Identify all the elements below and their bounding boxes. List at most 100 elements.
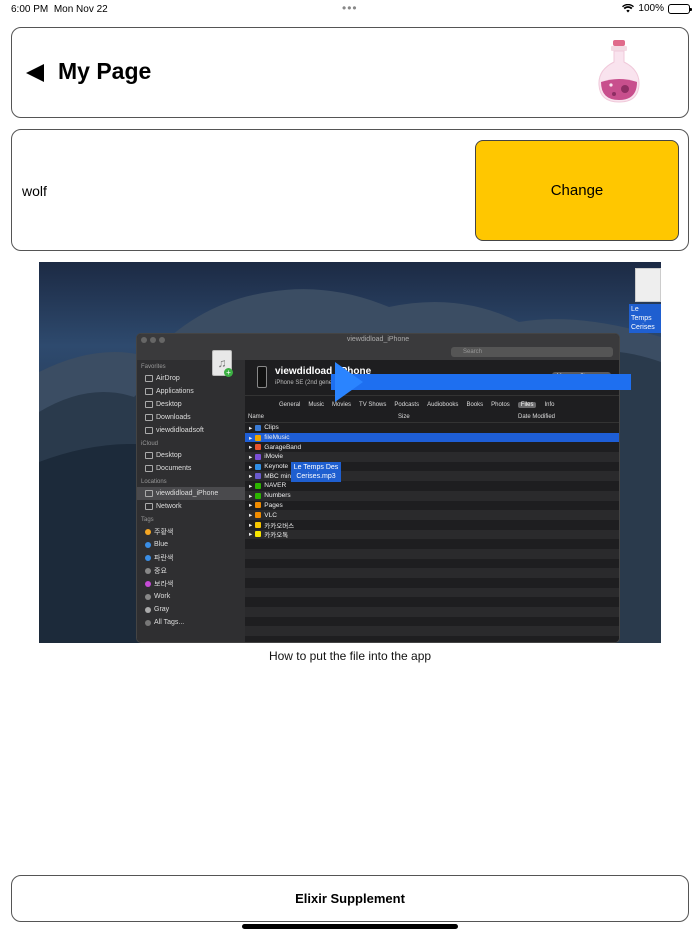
device-tab[interactable]: Audiobooks: [427, 402, 458, 408]
file-name: Clips: [264, 424, 279, 432]
tag-dot-icon: [145, 619, 151, 626]
column-date[interactable]: Date Modified: [518, 414, 555, 420]
disclosure-triangle-icon[interactable]: ▸: [249, 434, 252, 442]
username-label: wolf: [22, 183, 47, 199]
device-tab[interactable]: Files: [517, 402, 537, 408]
device-tab[interactable]: Movies: [332, 402, 351, 408]
file-row[interactable]: ▸ VLC: [245, 510, 619, 520]
empty-row: [245, 626, 619, 637]
sidebar-tag-item[interactable]: All Tags...: [137, 616, 245, 629]
file-column-header: Name Size Date Modified: [245, 412, 619, 423]
airdrop-icon: [145, 375, 153, 382]
empty-row: [245, 539, 619, 549]
sidebar-section-locations: Locations: [141, 479, 167, 485]
change-button[interactable]: Change: [475, 140, 679, 241]
applications-icon: [145, 388, 153, 395]
multitasking-dots[interactable]: •••: [342, 1, 358, 15]
elixir-supplement-button[interactable]: Elixir Supplement: [11, 875, 689, 922]
sidebar-tag-item[interactable]: 보라색: [137, 577, 245, 590]
desktop-file-icon[interactable]: [635, 268, 661, 302]
file-row[interactable]: ▸ 카카오버스: [245, 520, 619, 530]
file-name: NAVER: [264, 482, 287, 490]
empty-row: [245, 548, 619, 559]
finder-search-field[interactable]: Search: [451, 347, 613, 357]
app-icon: [255, 473, 262, 480]
column-size[interactable]: Size: [398, 414, 518, 420]
file-row[interactable]: ▸ fileMusic: [245, 432, 619, 443]
disclosure-triangle-icon[interactable]: ▸: [249, 530, 252, 538]
sidebar-item-iphone[interactable]: viewdidload_iPhone: [137, 487, 245, 500]
device-tab[interactable]: TV Shows: [359, 402, 386, 408]
sidebar-item-applications[interactable]: Applications: [137, 385, 245, 398]
empty-row: [245, 607, 619, 617]
device-tab[interactable]: Info: [544, 402, 554, 408]
file-row[interactable]: ▸ iMovie: [245, 452, 619, 462]
sidebar-item-home[interactable]: viewdidloadsoft: [137, 424, 245, 437]
empty-row: [245, 559, 619, 569]
disclosure-triangle-icon[interactable]: ▸: [249, 443, 252, 451]
tag-label: Blue: [154, 541, 169, 548]
tutorial-screenshot: Le Temps Cerises viewdidload_iPhone Sear…: [39, 262, 661, 643]
device-tab[interactable]: Books: [466, 402, 483, 408]
disclosure-triangle-icon[interactable]: ▸: [249, 463, 252, 471]
sidebar-tag-item[interactable]: Gray: [137, 603, 245, 616]
finder-titlebar: viewdidload_iPhone Search: [137, 334, 619, 360]
app-icon: [255, 502, 262, 509]
finder-sidebar: Favorites AirDrop Applications Desktop D…: [137, 360, 245, 642]
home-indicator[interactable]: [242, 924, 458, 929]
device-tab[interactable]: General: [279, 402, 300, 408]
tag-label: 중요: [154, 567, 167, 575]
disclosure-triangle-icon[interactable]: ▸: [249, 501, 252, 509]
finder-main: viewdidload_iPhone iPhone SE (2nd genera…: [245, 360, 619, 642]
file-row[interactable]: ▸ 카카오톡: [245, 529, 619, 539]
sidebar-tag-item[interactable]: Blue: [137, 538, 245, 551]
disclosure-triangle-icon[interactable]: ▸: [249, 472, 252, 480]
app-icon: [255, 492, 262, 499]
tag-dot-icon: [145, 567, 151, 574]
device-tab[interactable]: Photos: [491, 402, 510, 408]
potion-bottle-icon: [598, 40, 640, 103]
disclosure-triangle-icon[interactable]: ▸: [249, 453, 252, 461]
back-triangle-icon[interactable]: [24, 61, 46, 85]
sidebar-tag-item[interactable]: 파란색: [137, 551, 245, 564]
sidebar-tag-item[interactable]: Work: [137, 590, 245, 603]
sidebar-item-network[interactable]: Network: [137, 500, 245, 513]
file-name: GarageBand: [264, 443, 302, 451]
file-row[interactable]: ▸ NAVER: [245, 481, 619, 491]
file-row[interactable]: ▸ GarageBand: [245, 442, 619, 452]
tag-label: All Tags...: [154, 619, 185, 626]
home-icon: [145, 427, 153, 434]
iphone-icon: [145, 490, 153, 497]
disclosure-triangle-icon[interactable]: ▸: [249, 492, 252, 500]
app-icon: [255, 521, 262, 528]
sidebar-item-downloads[interactable]: Downloads: [137, 411, 245, 424]
sidebar-item-icloud-documents[interactable]: Documents: [137, 462, 245, 475]
desktop-file-label: Le Temps Cerises: [629, 304, 661, 333]
network-icon: [145, 503, 153, 510]
disclosure-triangle-icon[interactable]: ▸: [249, 511, 252, 519]
status-bar: 6:00 PM Mon Nov 22 ••• 100%: [0, 0, 700, 18]
status-time: 6:00 PM Mon Nov 22: [11, 4, 108, 15]
disclosure-triangle-icon[interactable]: ▸: [249, 482, 252, 490]
desktop-icon: [145, 401, 153, 408]
sidebar-item-icloud-desktop[interactable]: Desktop: [137, 449, 245, 462]
header-card: My Page: [11, 27, 689, 118]
sidebar-tag-item[interactable]: 중요: [137, 564, 245, 577]
app-icon: [255, 531, 262, 538]
empty-row: [245, 568, 619, 578]
device-tab[interactable]: Music: [308, 402, 324, 408]
sidebar-tag-item[interactable]: 주황색: [137, 525, 245, 538]
disclosure-triangle-icon[interactable]: ▸: [249, 521, 252, 529]
device-tab[interactable]: Podcasts: [394, 402, 419, 408]
file-name: Numbers: [264, 492, 291, 500]
tutorial-caption: How to put the file into the app: [268, 649, 432, 663]
file-row[interactable]: ▸ Pages: [245, 501, 619, 511]
column-name[interactable]: Name: [248, 414, 398, 420]
file-row[interactable]: ▸ Clips: [245, 423, 619, 433]
disclosure-triangle-icon[interactable]: ▸: [249, 424, 252, 432]
file-row[interactable]: ▸ Numbers: [245, 490, 619, 501]
sidebar-item-desktop[interactable]: Desktop: [137, 398, 245, 411]
tag-label: Work: [154, 593, 171, 600]
tag-dot-icon: [145, 606, 151, 613]
tag-dot-icon: [145, 528, 151, 535]
